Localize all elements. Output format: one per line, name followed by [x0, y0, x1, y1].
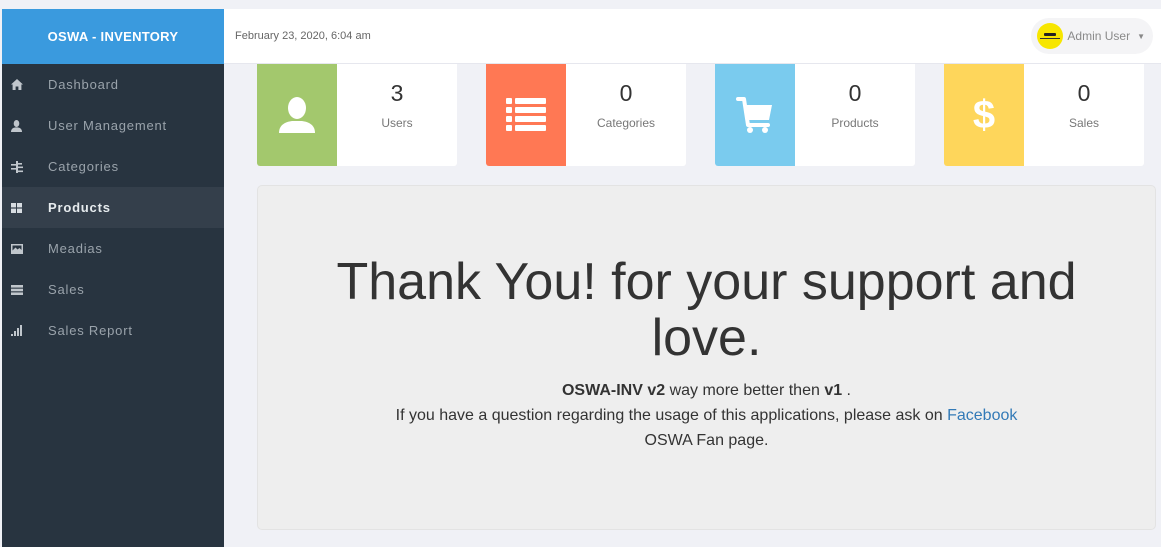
user-icon	[2, 119, 48, 132]
shopping-cart-icon	[736, 97, 772, 133]
sidebar-item-dashboard[interactable]: Dashboard	[2, 64, 224, 105]
stat-card-sales: $ 0 Sales	[944, 64, 1144, 166]
sidebar-item-label: Dashboard	[48, 77, 119, 92]
sidebar-item-label: Meadias	[48, 241, 103, 256]
stat-label: Users	[381, 116, 413, 130]
sidebar-item-label: Categories	[48, 159, 119, 174]
stat-card-products: 0 Products	[715, 64, 915, 166]
user-menu-toggle[interactable]: Admin User ▼	[1031, 18, 1153, 54]
stat-label: Products	[831, 116, 879, 130]
facebook-link[interactable]: Facebook	[947, 407, 1017, 424]
thank-you-panel: Thank You! for your support and love. OS…	[257, 185, 1156, 530]
home-icon	[2, 79, 48, 90]
sidebar-item-label: Sales	[48, 282, 85, 297]
stat-card-users: 3 Users	[257, 64, 457, 166]
app: OSWA - INVENTORY February 23, 2020, 6:04…	[0, 0, 1161, 547]
stat-tile-categories	[486, 64, 566, 166]
stat-tile-products	[715, 64, 795, 166]
thank-you-heading: Thank You! for your support and love.	[336, 253, 1077, 367]
sidebar-item-user-management[interactable]: User Management	[2, 105, 224, 146]
signal-icon	[2, 325, 48, 336]
user-name: Admin User	[1067, 29, 1131, 43]
stat-label: Sales	[1068, 116, 1100, 130]
product-version: OSWA-INV v2	[561, 382, 666, 399]
stat-value: 3	[390, 80, 404, 106]
version-note: OSWA-INV v2 way more better then v1 .	[258, 378, 1155, 403]
stat-tile-sales: $	[944, 64, 1024, 166]
old-version: v1	[824, 382, 843, 399]
stat-value: 0	[1077, 80, 1091, 106]
support-note-text: If you have a question regarding the usa…	[395, 407, 948, 424]
avatar	[1037, 23, 1064, 49]
sidebar-item-categories[interactable]: Categories	[2, 146, 224, 187]
th-list-icon	[2, 284, 48, 295]
brand-logo[interactable]: OSWA - INVENTORY	[2, 9, 224, 64]
sidebar-item-products[interactable]: Products	[2, 187, 224, 228]
sidebar: Dashboard User Management Categories Pro…	[2, 64, 224, 547]
dollar-icon: $	[972, 93, 996, 137]
picture-icon	[2, 243, 48, 254]
stat-value: 0	[848, 80, 862, 106]
current-datetime: February 23, 2020, 6:04 am	[235, 30, 371, 42]
version-note-text: way more better then	[665, 382, 825, 399]
brand-title: OSWA - INVENTORY	[47, 29, 179, 44]
sidebar-item-sales[interactable]: Sales	[2, 269, 224, 310]
stat-value: 0	[619, 80, 633, 106]
main-content: 3 Users 0 Categories 0 Products $ 0 Sale…	[224, 64, 1161, 547]
sidebar-item-sales-report[interactable]: Sales Report	[2, 310, 224, 351]
sidebar-item-label: User Management	[48, 118, 167, 133]
caret-down-icon: ▼	[1137, 31, 1145, 41]
sidebar-item-label: Sales Report	[48, 323, 133, 338]
user-icon	[279, 97, 315, 133]
fan-page-note: OSWA Fan page.	[644, 432, 769, 449]
stat-tile-users	[257, 64, 337, 166]
version-note-end: .	[842, 382, 851, 399]
support-note: If you have a question regarding the usa…	[258, 403, 1155, 428]
top-header: February 23, 2020, 6:04 am Admin User ▼	[224, 9, 1161, 64]
sidebar-item-label: Products	[48, 200, 111, 215]
th-large-icon	[2, 202, 48, 213]
sidebar-item-medias[interactable]: Meadias	[2, 228, 224, 269]
stat-label: Categories	[596, 116, 656, 130]
indent-list-icon	[2, 160, 48, 173]
list-icon	[506, 98, 546, 131]
stat-card-categories: 0 Categories	[486, 64, 686, 166]
